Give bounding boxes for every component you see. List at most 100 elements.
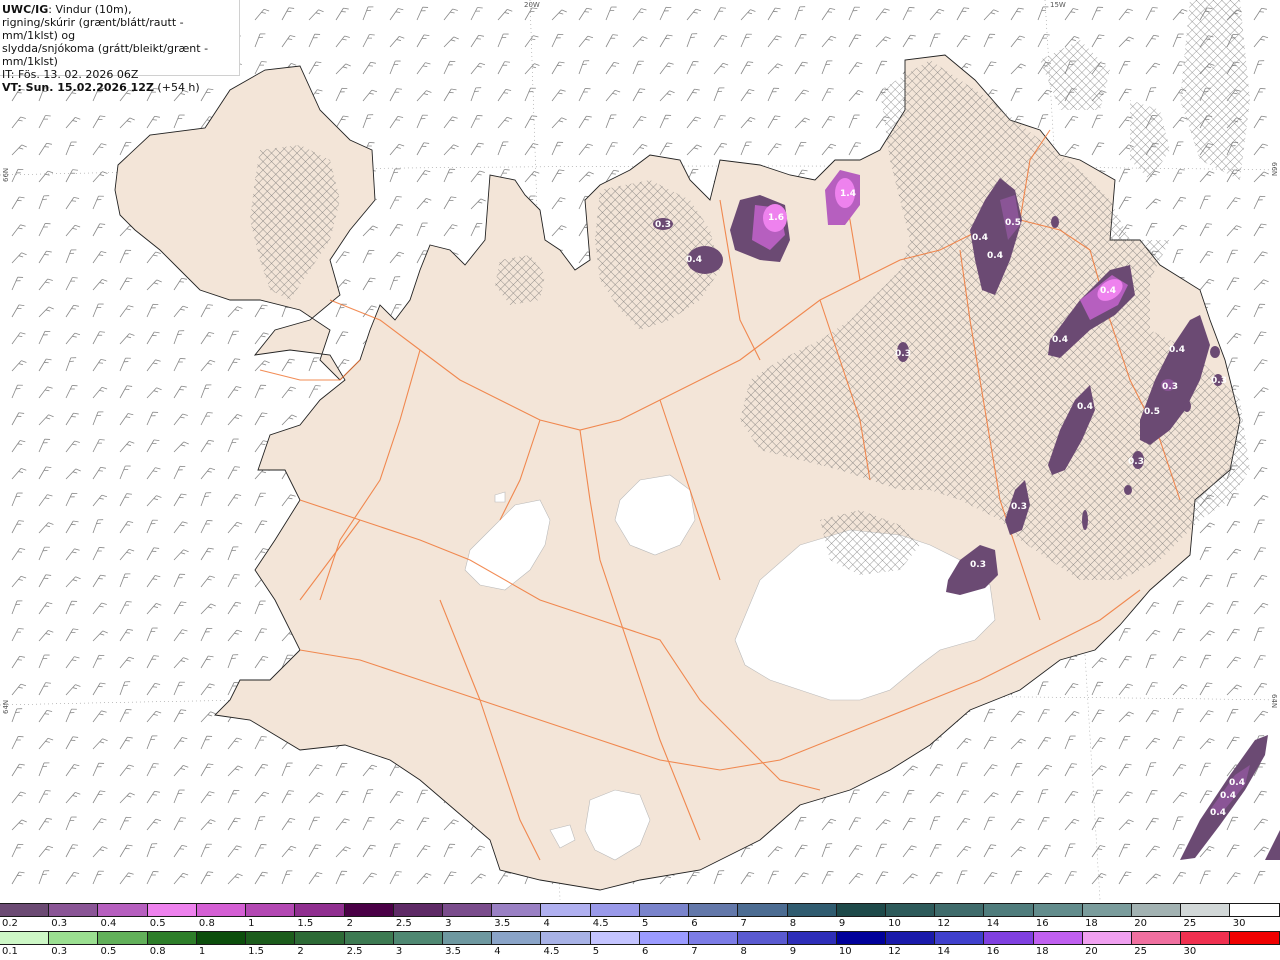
precip-label: 0.4 <box>1052 335 1068 345</box>
info-valid-time: VT: Sun. 15.02.2026 12Z (+54 h) <box>2 81 239 94</box>
rain-tick-label: 0.5 <box>100 946 117 957</box>
rain-tick-label: 30 <box>1183 946 1197 957</box>
rain-tick-label: 14 <box>937 946 951 957</box>
rain-tick-label: 3 <box>395 946 403 957</box>
snow-colorbar-ticks: 0.2 0.3 0.4 0.5 0.8 1 1.5 2 2.5 3 3.5 4 4.5 5 6 7 8 9 10 12… <box>0 918 1280 932</box>
snow-swatch <box>393 903 443 917</box>
snow-swatch <box>147 903 197 917</box>
snow-swatch <box>1033 903 1083 917</box>
lat-label-66n-left: 66N <box>2 167 10 182</box>
precip-label: 0.4 <box>1220 791 1236 801</box>
precip-label: 0.4 <box>1100 286 1116 296</box>
title-desc: : Vindur (10m), <box>48 3 132 16</box>
rain-swatch <box>1082 931 1133 945</box>
rain-swatch <box>0 931 50 945</box>
snow-swatch <box>246 903 296 917</box>
snow-tick-label: 5 <box>642 918 649 929</box>
snow-swatch <box>295 903 345 917</box>
snow-swatch <box>836 903 886 917</box>
snow-tick-label: 9 <box>838 918 846 929</box>
snow-swatch <box>1082 903 1133 917</box>
snow-swatch <box>1181 903 1231 917</box>
precip-label: 0.3 <box>895 349 911 359</box>
rain-tick-label: 2 <box>297 946 304 957</box>
rain-tick-label: 18 <box>1035 946 1049 957</box>
rain-tick-label: 25 <box>1134 946 1148 957</box>
valid-time: VT: Sun. 15.02.2026 12Z <box>2 81 154 94</box>
rain-swatch <box>1132 931 1182 945</box>
snow-swatch <box>787 903 837 917</box>
lead-time: (+54 h) <box>153 81 200 94</box>
snow-tick-label: 1.5 <box>297 918 314 929</box>
rain-swatch <box>738 931 788 945</box>
rain-swatch <box>492 931 542 945</box>
rain-swatch <box>787 931 837 945</box>
rain-swatch <box>147 931 197 945</box>
info-snow-line: slydda/snjókoma (grátt/bleikt/grænt - mm… <box>2 42 209 68</box>
lon-label-20w: 20W <box>524 1 540 9</box>
lon-label-15w: 15W <box>1050 1 1066 9</box>
model-name: UWC/IG <box>2 3 49 16</box>
rain-swatch <box>295 931 345 945</box>
snow-tick-label: 14 <box>986 918 1000 929</box>
snow-tick-label: 2.5 <box>395 918 412 929</box>
rain-tick-label: 0.8 <box>149 946 166 957</box>
rain-tick-label: 9 <box>789 946 797 957</box>
snow-tick-label: 6 <box>691 918 698 929</box>
rain-tick-label: 2.5 <box>346 946 363 957</box>
precip-label: 0.3 <box>1128 457 1144 467</box>
rain-tick-label: 20 <box>1085 946 1098 957</box>
snow-tick-label: 3.5 <box>494 918 511 929</box>
snow-swatch <box>590 903 640 917</box>
snow-tick-label: 18 <box>1085 918 1098 929</box>
snow-tick-label: 16 <box>1035 918 1049 929</box>
lat-label-64n-right: 64N <box>1270 694 1278 709</box>
snow-tick-label: 8 <box>789 918 797 929</box>
snow-tick-label: 4 <box>543 918 550 929</box>
info-title: UWC/IG: Vindur (10m), <box>2 3 239 16</box>
snow-tick-label: 20 <box>1134 918 1148 929</box>
snow-tick-label: 10 <box>888 918 901 929</box>
snow-swatch <box>0 903 50 917</box>
snow-tick-label: 0.8 <box>198 918 215 929</box>
info-rain-line: rigning/skúrir (grænt/blátt/rautt - mm/1… <box>2 16 184 42</box>
precip-label: 0.4 <box>972 233 988 243</box>
rain-tick-label: 16 <box>986 946 1000 957</box>
rain-swatch <box>590 931 640 945</box>
snow-swatch <box>639 903 690 917</box>
precip-label: 0.4 <box>686 255 702 265</box>
snow-tick-label: 0.4 <box>100 918 117 929</box>
precip-label: 1.6 <box>768 213 784 223</box>
precip-label: 0.4 <box>1229 778 1245 788</box>
rain-swatch <box>1230 931 1280 945</box>
precip-label: 0.4 <box>1210 808 1226 818</box>
snow-swatch <box>49 903 99 917</box>
precip-label: 0.4 <box>1169 345 1185 355</box>
map-info-box: UWC/IG: Vindur (10m), rigning/skúrir (gr… <box>0 0 240 94</box>
rain-swatch <box>196 931 247 945</box>
rain-swatch <box>935 931 985 945</box>
rain-tick-label: 1 <box>198 946 206 957</box>
rain-tick-label: 10 <box>838 946 852 957</box>
precip-label: 0.3 <box>1211 376 1227 386</box>
snow-tick-label: 2 <box>346 918 353 929</box>
rain-tick-label: 6 <box>642 946 649 957</box>
snow-swatch <box>1230 903 1280 917</box>
rain-swatch <box>639 931 690 945</box>
rain-tick-label: 5 <box>592 946 600 957</box>
rain-swatch <box>98 931 148 945</box>
info-init-time: IT: Fös. 13. 02. 2026 06Z <box>2 68 139 81</box>
snow-swatch <box>885 903 936 917</box>
snow-swatch <box>196 903 247 917</box>
snow-swatch <box>689 903 739 917</box>
precip-label: 0.3 <box>655 220 671 230</box>
rain-tick-label: 1.5 <box>248 946 265 957</box>
rain-swatch <box>344 931 394 945</box>
rain-swatch <box>689 931 739 945</box>
precip-label: 0.5 <box>1005 218 1021 228</box>
rain-colorbar <box>0 931 1280 945</box>
color-legend: 0.2 0.3 0.4 0.5 0.8 1 1.5 2 2.5 3 3.5 4 4.5 5 6 7 8 9 10 12… <box>0 900 1280 960</box>
rain-colorbar-ticks: 0.1 0.3 0.5 0.8 1 1.5 2 2.5 3 3.5 4 4.5 5 6 7 8 9 10 12 14 1… <box>0 946 1280 960</box>
rain-tick-label: 12 <box>888 946 901 957</box>
rain-swatch <box>1033 931 1083 945</box>
